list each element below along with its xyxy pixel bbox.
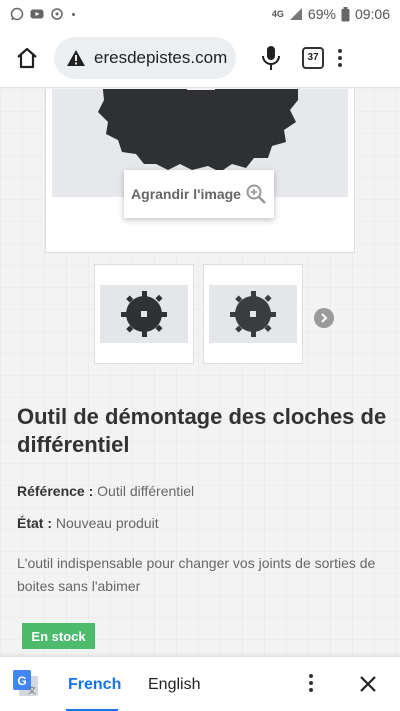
translate-options-button[interactable] [309,674,313,692]
enlarge-image-button[interactable]: Agrandir l'image [124,170,274,218]
svg-text:文: 文 [28,685,36,695]
browser-menu-button[interactable] [338,48,342,67]
home-icon [17,47,37,68]
stock-badge: En stock [22,623,95,649]
system-status: 4G 69% 09:06 [272,6,390,22]
product-description: L'outil indispensable pour changer vos j… [17,555,376,594]
microphone-icon [262,45,280,70]
battery-percent: 69% [307,6,336,22]
svg-text:G: G [17,674,26,688]
tab-switcher-button[interactable]: 37 [302,46,324,69]
zoom-in-icon [246,184,266,204]
gear-disc-thumbnail [121,291,167,337]
address-bar[interactable]: eresdepistes.com [54,36,236,79]
home-button[interactable] [8,39,46,77]
battery-icon [341,6,350,21]
close-icon[interactable] [358,674,378,694]
notification-icons [10,7,75,21]
source-language-tab[interactable]: French [65,657,121,711]
chevron-right-icon [321,313,328,323]
url-text: eresdepistes.com [94,47,228,67]
status-bar: 4G 69% 09:06 [0,0,400,28]
more-notifications-dot [72,12,75,16]
product-title: Outil de démontage des cloches de différ… [17,404,387,457]
thumbnail-image [209,285,297,343]
youtube-icon [30,9,44,19]
target-language-tab[interactable]: English [148,657,200,711]
browser-toolbar: eresdepistes.com 37 [0,28,400,88]
translate-bar: G 文 French English [0,656,400,711]
sync-icon [51,8,63,20]
thumbnail-2[interactable] [203,264,303,364]
enlarge-image-label: Agrandir l'image [131,186,241,202]
reference-label: Référence : [17,483,94,499]
google-translate-icon: G 文 [13,670,38,696]
warning-icon [67,49,85,66]
main-image-frame: Agrandir l'image [45,89,355,253]
page-content: Agrandir l'image Outil de démontage des … [0,89,400,665]
state-label: État : [17,515,52,531]
voice-search-button[interactable] [252,39,290,77]
whatsapp-icon [10,7,24,21]
signal-icon [289,8,302,20]
product-state: État : Nouveau produit [17,515,159,531]
reference-value: Outil différentiel [97,483,195,499]
gear-disc-thumbnail [230,291,276,337]
state-value: Nouveau produit [55,515,159,531]
thumbnail-1[interactable] [94,264,194,364]
next-thumbnail-button[interactable] [314,308,334,328]
product-reference: Référence : Outil différentiel [17,483,194,499]
network-type: 4G [271,9,284,19]
thumbnail-image [100,285,188,343]
clock: 09:06 [354,6,390,22]
